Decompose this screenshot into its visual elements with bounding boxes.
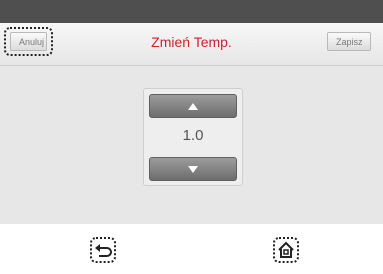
arrow-up-icon (188, 102, 198, 110)
stepper-value: 1.0 (182, 127, 204, 144)
status-bar (0, 0, 383, 23)
home-button[interactable] (273, 237, 299, 263)
bottom-nav (0, 224, 383, 274)
back-arrow-icon (95, 244, 112, 257)
value-stepper: 1.0 (143, 88, 243, 186)
increment-button[interactable] (149, 94, 237, 118)
back-button[interactable] (90, 237, 116, 263)
header-bar: Anuluj Zmień Temp. Zapisz (0, 23, 383, 66)
decrement-button[interactable] (149, 157, 237, 181)
page-title: Zmień Temp. (151, 34, 232, 50)
arrow-down-icon (188, 165, 198, 173)
home-icon (278, 241, 294, 258)
content-area: 1.0 (0, 66, 383, 224)
save-button[interactable]: Zapisz (327, 32, 371, 51)
